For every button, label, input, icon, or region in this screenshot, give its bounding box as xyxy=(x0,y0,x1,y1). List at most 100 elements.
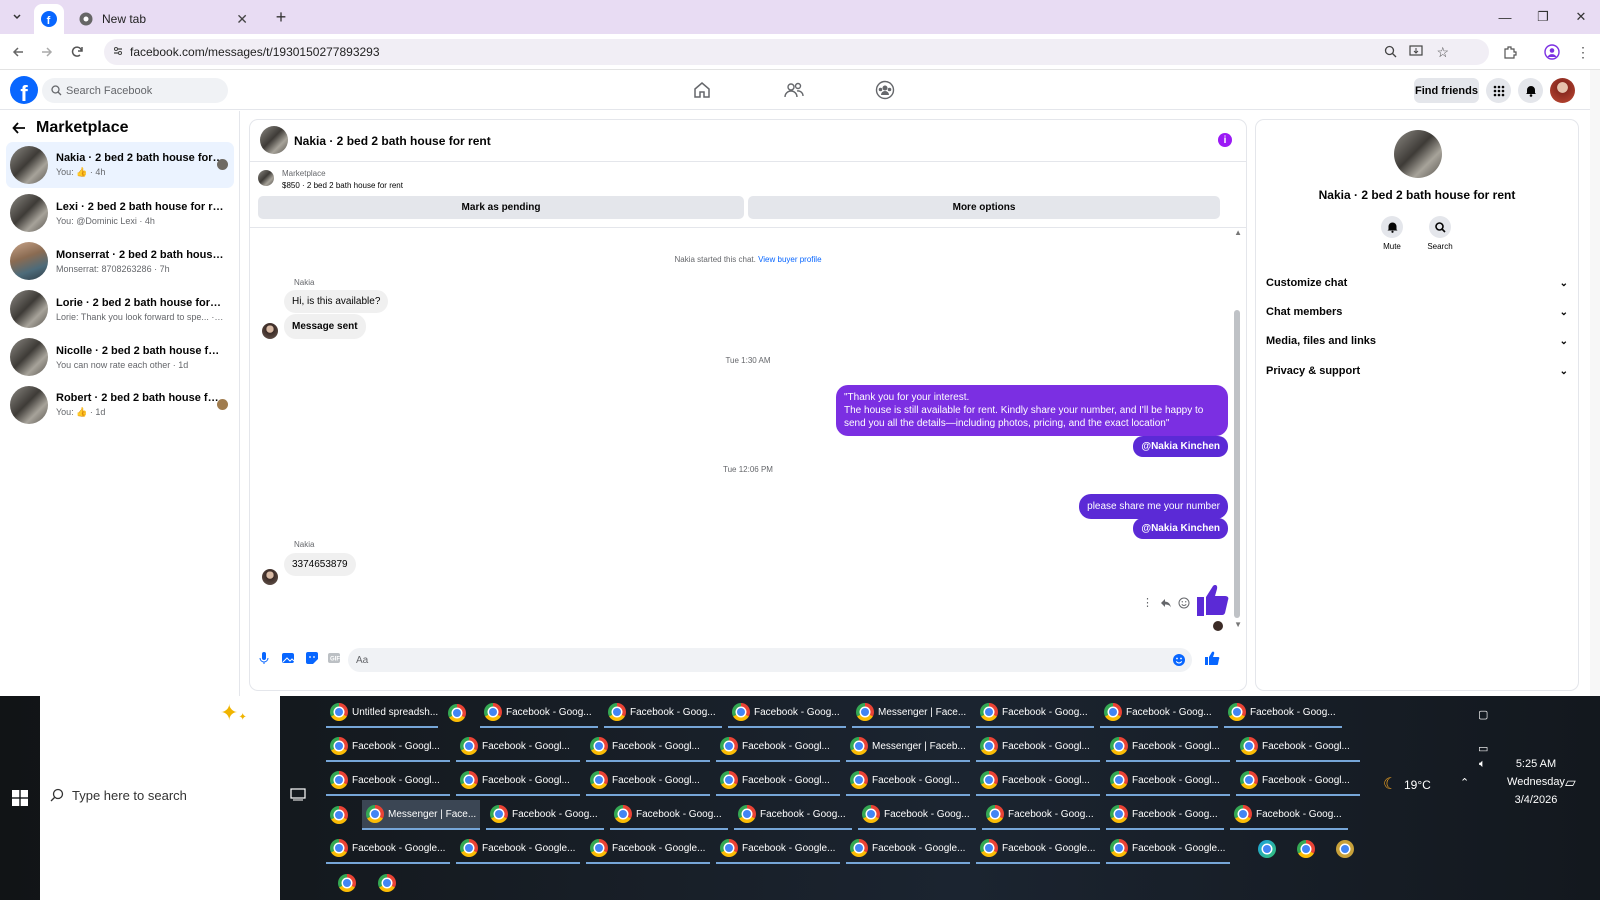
taskbar-chrome-window[interactable]: Facebook - Googl... xyxy=(1106,766,1230,796)
volume-icon[interactable]: 🔈︎ xyxy=(1479,758,1486,771)
task-view-icon[interactable] xyxy=(290,788,306,802)
taskbar-chrome-window[interactable]: Facebook - Googl... xyxy=(326,766,450,796)
taskbar-chrome-window[interactable]: Facebook - Goog... xyxy=(976,698,1094,728)
friends-icon[interactable] xyxy=(781,78,807,102)
mute-button[interactable]: Mute xyxy=(1372,216,1412,251)
address-bar[interactable]: facebook.com/messages/t/1930150277893293… xyxy=(104,39,1489,65)
taskbar-chrome-window[interactable]: Facebook - Goog... xyxy=(858,800,976,830)
taskbar-chrome-window[interactable]: Facebook - Google... xyxy=(586,834,710,864)
taskbar-chrome-window[interactable]: Facebook - Googl... xyxy=(456,766,580,796)
taskbar-chrome-window[interactable]: Messenger | Faceb... xyxy=(846,732,970,762)
chat-title[interactable]: Nakia · 2 bed 2 bath house for rent xyxy=(294,134,491,148)
chat-thumbnail[interactable] xyxy=(260,126,288,154)
sticker-icon[interactable] xyxy=(304,650,320,666)
extensions-icon[interactable] xyxy=(1499,41,1521,63)
back-icon[interactable] xyxy=(7,41,29,63)
conversation-item[interactable]: Nicolle · 2 bed 2 bath house for rent You… xyxy=(6,334,234,380)
page-scrollbar[interactable] xyxy=(1590,70,1600,696)
tab-search-chevron-icon[interactable] xyxy=(6,7,28,27)
tab-new-tab[interactable]: New tab ✕ xyxy=(68,4,258,34)
listing-thumbnail[interactable] xyxy=(1394,130,1442,178)
more-options-button[interactable]: More options xyxy=(748,196,1220,219)
taskbar-chrome-window[interactable]: Facebook - Goog... xyxy=(982,800,1100,830)
taskbar-chrome-window[interactable]: Facebook - Google... xyxy=(456,834,580,864)
tray-meet-icon[interactable]: ▢ xyxy=(1478,708,1488,721)
taskbar-chrome-window[interactable]: Facebook - Google... xyxy=(716,834,840,864)
browser-menu-icon[interactable]: ⋮ xyxy=(1572,41,1594,63)
taskbar-chrome-window[interactable]: Facebook - Googl... xyxy=(716,766,840,796)
incoming-message[interactable]: 3374653879 xyxy=(284,553,356,576)
taskbar-chrome-window[interactable]: Facebook - Googl... xyxy=(326,732,450,762)
taskbar-chrome-window[interactable]: Facebook - Goog... xyxy=(1100,698,1218,728)
close-window-button[interactable]: ✕ xyxy=(1562,0,1600,34)
taskbar-chrome-window[interactable]: Facebook - Goog... xyxy=(610,800,728,830)
taskbar-chrome-window[interactable]: Messenger | Face... xyxy=(362,800,480,830)
taskbar-chrome-window[interactable]: Facebook - Goog... xyxy=(728,698,846,728)
zoom-icon[interactable] xyxy=(1384,45,1397,58)
taskbar-chrome-window[interactable]: Facebook - Googl... xyxy=(586,732,710,762)
taskbar-chrome-window[interactable]: Facebook - Goog... xyxy=(1224,698,1342,728)
minimize-button[interactable]: — xyxy=(1486,0,1524,34)
taskbar-chrome-window[interactable]: Facebook - Googl... xyxy=(976,766,1100,796)
taskbar-chrome-window[interactable]: Facebook - Google... xyxy=(1106,834,1230,864)
notification-center-icon[interactable]: ▱ xyxy=(1565,774,1576,791)
taskbar-chrome-window[interactable]: Facebook - Googl... xyxy=(1236,766,1360,796)
taskbar-chrome-window[interactable]: Facebook - Googl... xyxy=(456,732,580,762)
mark-as-pending-button[interactable]: Mark as pending xyxy=(258,196,744,219)
taskbar-chrome-window[interactable]: Facebook - Googl... xyxy=(846,766,970,796)
taskbar-chrome-window[interactable]: Facebook - Goog... xyxy=(1106,800,1224,830)
taskbar-chrome-window[interactable]: Facebook - Google... xyxy=(976,834,1100,864)
find-friends-button[interactable]: Find friends xyxy=(1414,78,1479,103)
big-like-icon[interactable] xyxy=(1194,582,1230,618)
taskbar-chrome-window[interactable]: Untitled spreadsh... xyxy=(326,698,438,728)
taskbar-chrome-window[interactable] xyxy=(334,868,364,898)
photo-icon[interactable] xyxy=(280,650,296,666)
taskbar-chrome-window[interactable]: Facebook - Googl... xyxy=(976,732,1100,762)
home-icon[interactable] xyxy=(689,78,715,102)
taskbar-chrome-window[interactable] xyxy=(444,698,474,728)
conversation-item[interactable]: Lorie · 2 bed 2 bath house for rent Lorie… xyxy=(6,286,234,332)
chat-scrollbar[interactable] xyxy=(1234,310,1240,618)
restore-button[interactable]: ❐ xyxy=(1524,0,1562,34)
clock-date[interactable]: 3/4/2026 xyxy=(1504,794,1568,806)
profile-icon[interactable] xyxy=(1541,41,1563,63)
privacy-support-section[interactable]: Privacy & support ⌄ xyxy=(1266,360,1568,382)
taskbar-chrome-window[interactable]: Facebook - Goog... xyxy=(480,698,598,728)
taskbar-chrome-window[interactable]: Facebook - Google... xyxy=(846,834,970,864)
conversation-item[interactable]: Robert · 2 bed 2 bath house for ... You: … xyxy=(6,382,234,428)
conversation-item[interactable]: Nakia · 2 bed 2 bath house for r... You: … xyxy=(6,142,234,188)
mention-tag[interactable]: @Nakia Kinchen xyxy=(1133,518,1228,539)
reply-icon[interactable] xyxy=(1160,598,1172,608)
bookmark-star-icon[interactable]: ☆ xyxy=(1436,44,1449,61)
clock-day[interactable]: Wednesday xyxy=(1504,776,1568,788)
groups-icon[interactable] xyxy=(872,78,898,102)
customize-chat-section[interactable]: Customize chat ⌄ xyxy=(1266,272,1568,294)
clock-time[interactable]: 5:25 AM xyxy=(1508,758,1564,770)
taskbar-chrome-window[interactable]: Facebook - Googl... xyxy=(716,732,840,762)
copilot-sparkle-icon[interactable]: ✦✦ xyxy=(220,700,247,726)
taskbar-chrome-window[interactable]: Facebook - Goog... xyxy=(734,800,852,830)
send-like-icon[interactable] xyxy=(1204,650,1220,666)
edge-icon[interactable] xyxy=(1254,834,1284,864)
facebook-logo[interactable]: f xyxy=(10,76,38,104)
taskbar-chrome-window[interactable]: Facebook - Goog... xyxy=(486,800,604,830)
app-icon[interactable] xyxy=(1332,834,1362,864)
conversation-item[interactable]: Monserrat · 2 bed 2 bath house fo... Mons… xyxy=(6,238,234,284)
close-tab-icon[interactable]: ✕ xyxy=(236,11,248,28)
reload-icon[interactable] xyxy=(66,41,88,63)
tab-facebook[interactable]: f xyxy=(34,4,64,34)
back-arrow-icon[interactable] xyxy=(12,121,26,135)
new-tab-button[interactable]: + xyxy=(268,0,294,34)
media-files-links-section[interactable]: Media, files and links ⌄ xyxy=(1266,330,1568,352)
taskbar-chrome-window[interactable]: Messenger | Face... xyxy=(852,698,970,728)
taskbar-chrome-window[interactable]: Facebook - Goog... xyxy=(1230,800,1348,830)
site-info-icon[interactable] xyxy=(112,45,124,57)
taskbar-chrome-window[interactable] xyxy=(326,800,356,830)
taskbar-search-input[interactable]: Type here to search ✦✦ xyxy=(40,696,280,900)
sender-avatar[interactable] xyxy=(262,569,278,585)
view-buyer-profile-link[interactable]: View buyer profile xyxy=(758,255,821,264)
show-hidden-icons[interactable]: ⌃ xyxy=(1460,776,1469,789)
taskbar-chrome-window[interactable]: Facebook - Googl... xyxy=(586,766,710,796)
listing-price-title[interactable]: $850 · 2 bed 2 bath house for rent xyxy=(282,181,403,190)
scroll-up-arrow[interactable]: ▲ xyxy=(1234,228,1242,237)
